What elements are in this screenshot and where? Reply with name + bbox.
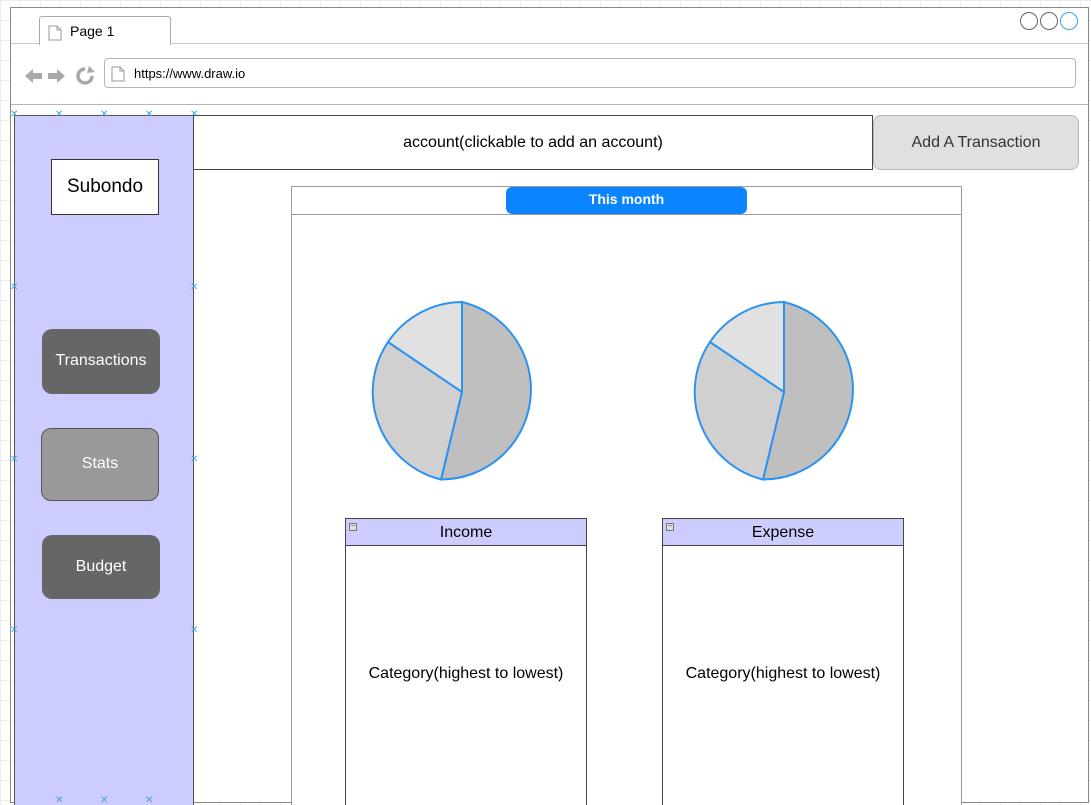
navigation-icons xyxy=(23,65,99,87)
panel-divider xyxy=(292,214,961,215)
sidebar-item-budget[interactable]: Budget xyxy=(42,535,160,599)
selection-handle[interactable]: ✕ xyxy=(10,283,18,293)
app-logo: Subondo xyxy=(51,159,159,215)
collapse-icon[interactable]: − xyxy=(349,523,357,531)
reload-icon[interactable] xyxy=(76,66,95,85)
page-icon xyxy=(111,66,125,85)
selection-handle[interactable]: ✕ xyxy=(100,110,108,120)
tab-page-1[interactable]: Page 1 xyxy=(39,16,171,45)
selection-handle[interactable]: ✕ xyxy=(10,626,18,636)
account-selector[interactable]: account(clickable to add an account) xyxy=(193,115,873,170)
income-category-text: Category(highest to lowest) xyxy=(368,665,564,682)
selection-handle[interactable]: ✕ xyxy=(10,110,18,120)
collapse-icon[interactable]: − xyxy=(666,523,674,531)
income-category-list: − Income Category(highest to lowest) xyxy=(345,518,587,805)
selection-handle[interactable]: ✕ xyxy=(190,626,198,636)
expense-title: Expense xyxy=(751,524,815,541)
expense-category-text: Category(highest to lowest) xyxy=(685,665,881,682)
selection-handle[interactable]: ✕ xyxy=(145,796,153,805)
income-list-header: − Income xyxy=(346,519,586,546)
selection-handle[interactable]: ✕ xyxy=(190,455,198,465)
add-transaction-button[interactable]: Add A Transaction xyxy=(873,115,1079,170)
income-pie-chart xyxy=(371,300,532,481)
selection-handle[interactable]: ✕ xyxy=(55,796,63,805)
sidebar-item-transactions[interactable]: Transactions xyxy=(42,329,160,394)
navigation-bar: https://www.draw.io xyxy=(11,45,1088,105)
selection-handle[interactable]: ✕ xyxy=(100,796,108,805)
url-text: https://www.draw.io xyxy=(134,66,246,81)
minimize-button[interactable] xyxy=(1020,12,1038,30)
url-bar[interactable]: https://www.draw.io xyxy=(104,58,1076,88)
selection-handle[interactable]: ✕ xyxy=(190,283,198,293)
expense-pie-chart xyxy=(693,300,854,481)
expense-list-header: − Expense xyxy=(663,519,903,546)
forward-arrow-icon[interactable] xyxy=(48,69,65,83)
page-icon xyxy=(48,25,62,44)
sidebar-item-stats[interactable]: Stats xyxy=(41,428,159,501)
income-title: Income xyxy=(439,524,493,541)
window-controls xyxy=(1020,12,1080,32)
back-arrow-icon[interactable] xyxy=(25,69,42,83)
sidebar: Subondo Transactions Stats Budget xyxy=(14,115,194,805)
selection-handle[interactable]: ✕ xyxy=(55,110,63,120)
close-button[interactable] xyxy=(1060,12,1078,30)
tab-bar: Page 1 xyxy=(11,8,1088,45)
selection-handle[interactable]: ✕ xyxy=(10,455,18,465)
maximize-button[interactable] xyxy=(1040,12,1058,30)
tab-label: Page 1 xyxy=(70,23,115,39)
expense-category-list: − Expense Category(highest to lowest) xyxy=(662,518,904,805)
stats-panel: This month − Income Category(highest to … xyxy=(291,186,962,805)
period-selector-button[interactable]: This month xyxy=(506,187,747,214)
selection-handle[interactable]: ✕ xyxy=(145,110,153,120)
